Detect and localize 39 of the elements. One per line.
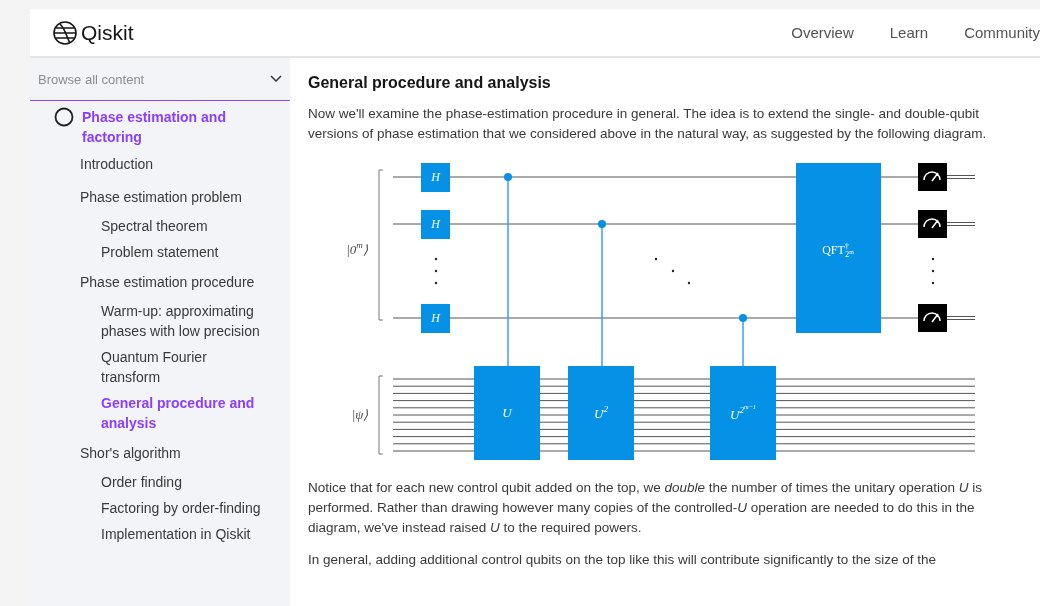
gate-label: U xyxy=(502,405,512,421)
hadamard-gate xyxy=(421,163,450,192)
qiskit-logo[interactable]: Qiskit xyxy=(52,19,134,46)
progress-circle-icon xyxy=(54,107,74,127)
sidebar-item[interactable]: Introduction xyxy=(30,147,280,180)
gate-label: U$^{2}$ xyxy=(594,404,608,422)
measurement-icon xyxy=(918,163,947,191)
sidebar-item[interactable]: Factoring by order-finding xyxy=(30,495,269,521)
measurement-icon xyxy=(918,304,947,332)
sidebar-item[interactable]: Shor's algorithm xyxy=(30,436,280,469)
sidebar-item[interactable]: Phase estimation problem xyxy=(30,180,280,213)
section-heading: General procedure and analysis xyxy=(308,74,552,92)
sidebar-item[interactable]: Warm-up: approximating phases with low precision xyxy=(30,298,269,344)
control-line xyxy=(739,314,747,367)
sidebar-item[interactable]: Order finding xyxy=(30,469,269,495)
sidebar-item[interactable]: Phase estimation procedure xyxy=(30,265,280,298)
sidebar-item[interactable]: Spectral theorem xyxy=(30,213,269,239)
nav-link[interactable]: Community xyxy=(964,24,1040,41)
paragraph: Now we'll examine the phase-estimation procedure in general. The idea is to extend the single- and double-qubit versions of phase estimation that we considered above in the natural way, as suggested by the following diagram. xyxy=(308,105,988,143)
chevron-down-icon xyxy=(270,75,282,83)
paragraph: In general, adding additional control qubits on the top like this will contribute significantly to the size of the xyxy=(308,551,938,569)
sidebar-item[interactable]: Quantum Fourier transform xyxy=(30,344,269,390)
diagonal-ellipsis-icon xyxy=(654,257,691,285)
paragraph: Notice that for each new control qubit added on the top, we double the number of times the unitary operation U is performed. Rather than drawing however many copies of the controlled-U operation are needed to do this in the diagram, we've instead raised U to the required powers. xyxy=(308,479,983,537)
sidebar-item[interactable]: Implementation in Qiskit xyxy=(30,521,269,547)
hadamard-gate xyxy=(421,210,450,239)
measurement-icon xyxy=(918,210,947,238)
sidebar-item[interactable]: General procedure and analysis xyxy=(30,390,269,436)
nav-link[interactable]: Learn xyxy=(889,24,929,41)
globe-logo-icon xyxy=(52,19,78,46)
sidebar-item[interactable]: Problem statement xyxy=(30,239,269,265)
hadamard-gate xyxy=(421,304,450,333)
gate-label: H xyxy=(431,310,440,326)
register-label: |ψ⟩ xyxy=(351,407,369,423)
nav-link[interactable]: Overview xyxy=(791,24,854,41)
register-label: |0$^{m}$⟩ xyxy=(346,240,368,258)
sidebar-section-link[interactable]: Phase estimation and factoring xyxy=(82,107,242,147)
gate-label: H xyxy=(431,216,440,232)
gate-label: H xyxy=(431,169,440,185)
